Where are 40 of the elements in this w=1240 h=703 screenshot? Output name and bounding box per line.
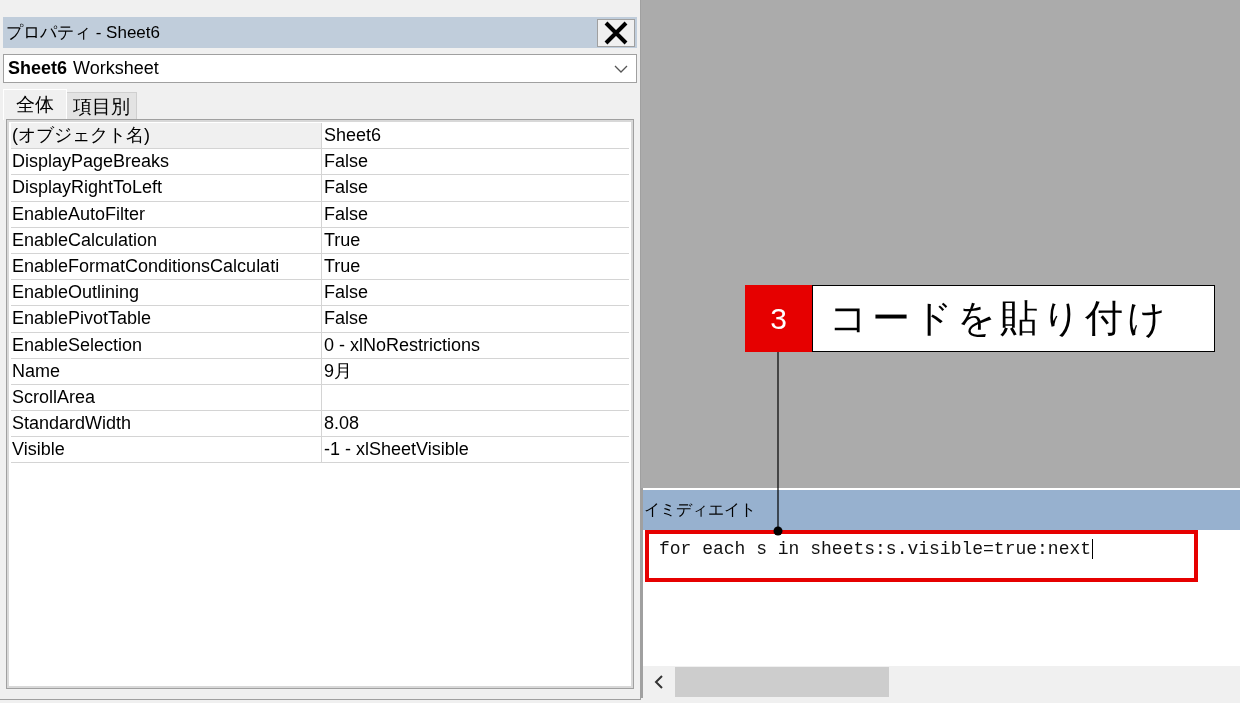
property-name[interactable]: ScrollArea <box>11 384 322 411</box>
property-name[interactable]: EnableSelection <box>11 332 322 358</box>
property-name[interactable]: Name <box>11 358 322 384</box>
property-value[interactable]: False <box>322 149 368 175</box>
property-name[interactable]: DisplayPageBreaks <box>11 149 322 175</box>
object-name: Sheet6 <box>8 57 68 80</box>
scrollbar-thumb[interactable] <box>675 667 889 697</box>
object-type: Worksheet <box>73 57 160 80</box>
property-value[interactable]: Sheet6 <box>322 123 382 149</box>
property-value[interactable]: 8.08 <box>322 411 360 437</box>
property-value[interactable]: True <box>322 227 361 253</box>
chevron-down-icon <box>614 64 628 73</box>
property-name[interactable]: EnableFormatConditionsCalculati <box>11 253 322 280</box>
object-dropdown[interactable]: Sheet6 Worksheet <box>3 54 637 83</box>
property-name[interactable]: DisplayRightToLeft <box>11 175 322 201</box>
property-name[interactable]: EnableCalculation <box>11 227 322 253</box>
property-value[interactable]: -1 - xlSheetVisible <box>322 437 469 463</box>
property-name[interactable]: EnableAutoFilter <box>11 201 322 227</box>
property-name[interactable]: Visible <box>11 437 322 463</box>
step-number: 3 <box>745 285 812 352</box>
window-title: プロパティ - Sheet6 <box>6 21 160 44</box>
property-value[interactable]: False <box>322 280 368 306</box>
property-value[interactable]: True <box>322 253 361 280</box>
callout-label: コードを貼り付け <box>812 285 1215 352</box>
property-name[interactable]: EnablePivotTable <box>11 306 322 332</box>
code-text[interactable]: for each s in sheets:s.visible=true:next <box>659 539 1094 559</box>
tab[interactable]: 全体 <box>3 89 67 120</box>
property-value[interactable]: False <box>322 306 368 332</box>
property-value[interactable]: False <box>322 201 368 227</box>
panel-title: イミディエイト <box>644 500 756 520</box>
property-name[interactable]: EnableOutlining <box>11 280 322 306</box>
tab[interactable]: 項目別 <box>67 92 137 120</box>
close-button[interactable] <box>597 18 635 47</box>
property-value[interactable]: False <box>322 175 368 201</box>
horizontal-scrollbar[interactable] <box>643 666 1240 698</box>
close-icon <box>603 20 629 45</box>
property-value[interactable]: 9月 <box>322 358 352 384</box>
property-value[interactable]: 0 - xlNoRestrictions <box>322 332 481 358</box>
property-name[interactable]: (オブジェクト名) <box>11 123 322 149</box>
property-name[interactable]: StandardWidth <box>11 411 322 437</box>
